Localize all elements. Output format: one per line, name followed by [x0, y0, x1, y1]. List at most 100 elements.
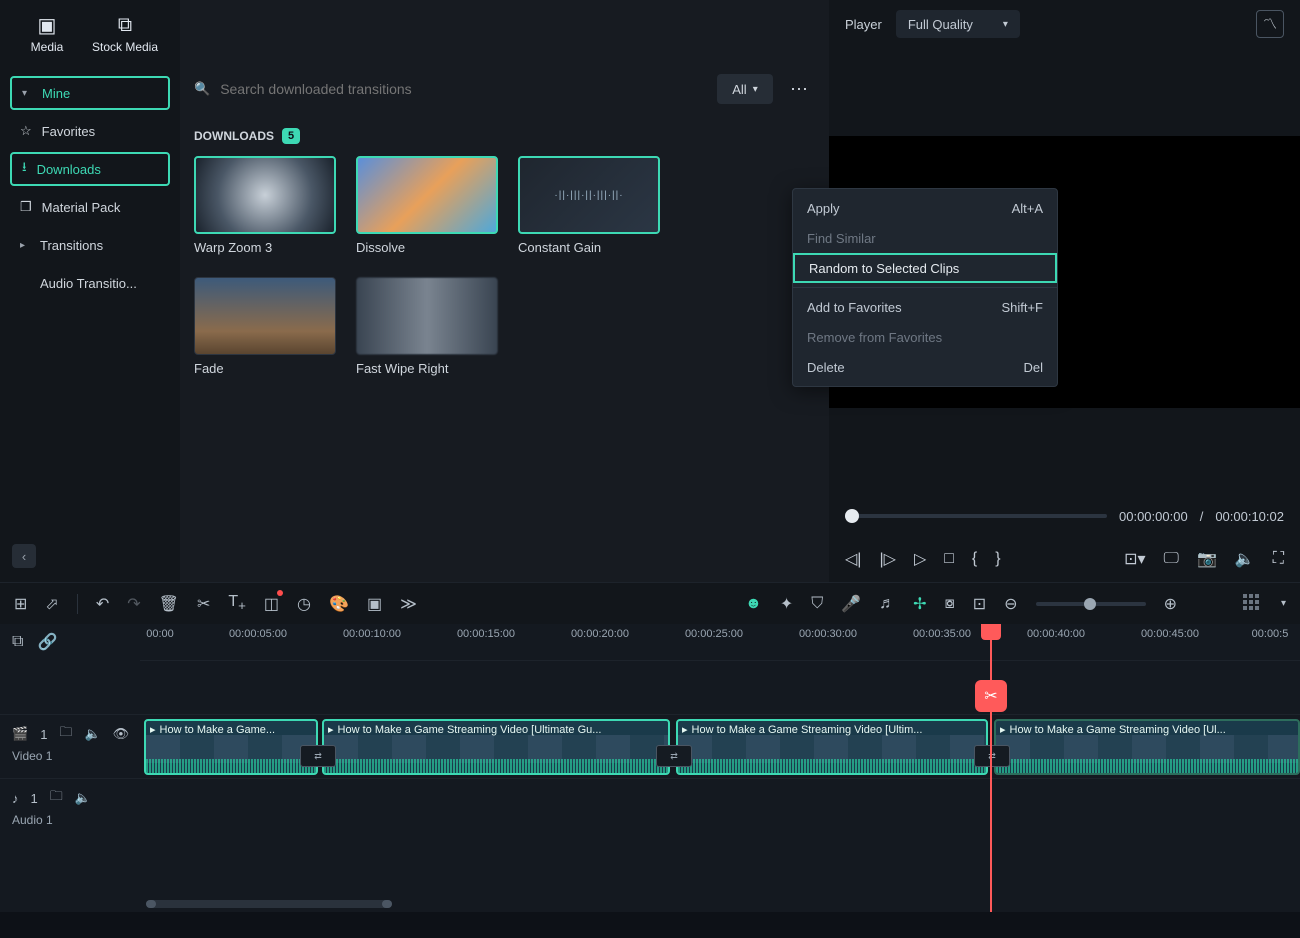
layout-icon[interactable]: ⊞	[14, 594, 27, 614]
redo-button[interactable]: ↷	[127, 594, 140, 614]
record-button[interactable]: ⧇	[945, 595, 955, 613]
link-button[interactable]: 🔗	[37, 632, 57, 652]
ctx-random-label: Random to Selected Clips	[809, 261, 959, 276]
delete-button[interactable]: 🗑	[159, 594, 179, 614]
mark-in-button[interactable]: {	[972, 550, 977, 568]
playhead[interactable]: ✂	[990, 624, 992, 912]
clip[interactable]: ▸How to Make a Game Streaming Video [Ul.…	[994, 719, 1300, 775]
sidebar-item-downloads[interactable]: ⭳Downloads	[10, 152, 170, 186]
crop-button[interactable]: ⊡▾	[1124, 549, 1145, 569]
thumb-warp-zoom[interactable]: Warp Zoom 3	[194, 156, 336, 255]
cursor-icon[interactable]: ⬀	[45, 594, 58, 614]
folder-icon[interactable]: 🗀	[50, 787, 63, 809]
enhance-button[interactable]: ✦	[780, 594, 793, 614]
mute-icon[interactable]: 🔈	[84, 726, 100, 742]
track-view-chevron[interactable]: ▾	[1281, 598, 1286, 609]
audio-track-1[interactable]	[140, 778, 1300, 842]
scope-button[interactable]: 〽	[1256, 10, 1284, 38]
thumb-label: Constant Gain	[518, 240, 660, 255]
ctx-add-favorites[interactable]: Add to FavoritesShift+F	[793, 292, 1057, 322]
chevron-down-icon: ▾	[1003, 19, 1008, 30]
more-tools-button[interactable]: ≫	[400, 594, 417, 614]
ctx-remove-favorites[interactable]: Remove from Favorites	[793, 322, 1057, 352]
ruler-tick: 00:00	[146, 628, 174, 640]
thumb-image	[356, 277, 498, 355]
play-pause-button[interactable]: |▷	[879, 549, 895, 569]
undo-button[interactable]: ↶	[96, 594, 109, 614]
scrub-thumb[interactable]	[845, 509, 859, 523]
playhead-cut-button[interactable]: ✂	[975, 680, 1007, 712]
ruler-tick: 00:00:40:00	[1027, 628, 1085, 640]
ctx-find-similar[interactable]: Find Similar	[793, 223, 1057, 253]
thumb-constant-gain[interactable]: ·||·|||·||·|||·||·Constant Gain	[518, 156, 660, 255]
sidebar-item-mine[interactable]: ▾Mine	[10, 76, 170, 110]
video-track-1[interactable]: ▸How to Make a Game... ⇄ ▸How to Make a …	[140, 714, 1300, 778]
ai-button[interactable]: ☻	[745, 595, 762, 613]
marker-button[interactable]: ✢	[913, 594, 926, 614]
track-header-video1[interactable]: 🎬1 🗀 🔈 👁 Video 1	[0, 714, 140, 778]
audio-mix-button[interactable]: ♬	[879, 595, 895, 613]
clip[interactable]: ▸How to Make a Game Streaming Video [Ult…	[322, 719, 670, 775]
thumb-fast-wipe-right[interactable]: Fast Wipe Right	[356, 277, 498, 376]
transition-node[interactable]: ⇄	[300, 745, 336, 767]
timeline-tracks[interactable]: 00:00 00:00:05:00 00:00:10:00 00:00:15:0…	[140, 624, 1300, 912]
display-button[interactable]: 🖵	[1164, 550, 1179, 568]
mute-icon[interactable]: 🔈	[75, 790, 91, 806]
color-button[interactable]: 🎨	[329, 594, 349, 614]
fullscreen-button[interactable]: ⛶	[1273, 550, 1284, 568]
sidebar-item-transitions[interactable]: ▸Transitions	[10, 228, 170, 262]
clip[interactable]: ▸How to Make a Game Streaming Video [Ult…	[676, 719, 988, 775]
zoom-slider[interactable]	[1036, 602, 1146, 606]
transition-node[interactable]: ⇄	[656, 745, 692, 767]
scrub-slider[interactable]	[845, 514, 1107, 518]
ruler-tick: 00:00:20:00	[571, 628, 629, 640]
tab-stock-media[interactable]: ⧉Stock Media	[82, 6, 168, 60]
keyframe-button[interactable]: ⊡	[973, 594, 986, 614]
split-button[interactable]: ✂	[197, 594, 210, 614]
sidebar-collapse-button[interactable]: ‹	[12, 544, 36, 568]
thumb-dissolve[interactable]: Dissolve	[356, 156, 498, 255]
playhead-handle[interactable]	[981, 624, 1001, 640]
filter-dropdown[interactable]: All▾	[717, 74, 773, 104]
mic-button[interactable]: 🎤	[841, 594, 861, 614]
track-header-audio1[interactable]: ♪1 🗀 🔈 Audio 1	[0, 778, 140, 842]
sidebar-item-material-pack[interactable]: ❒Material Pack	[10, 190, 170, 224]
quality-dropdown[interactable]: Full Quality▾	[896, 10, 1020, 38]
speed-button[interactable]: ◷	[297, 594, 311, 614]
search-input[interactable]	[220, 81, 705, 97]
track-view-button[interactable]	[1243, 594, 1263, 614]
ctx-random-to-selected[interactable]: Random to Selected Clips	[793, 253, 1057, 283]
stop-button[interactable]: □	[944, 550, 954, 568]
mark-out-button[interactable]: }	[995, 550, 1000, 568]
sidebar-item-favorites[interactable]: ☆Favorites	[10, 114, 170, 148]
eye-icon[interactable]: 👁	[113, 726, 130, 742]
snapshot-button[interactable]: 📷	[1197, 549, 1217, 569]
prev-frame-button[interactable]: ◁|	[845, 549, 861, 569]
play-icon: ▸	[682, 723, 688, 736]
volume-button[interactable]: 🔈	[1235, 549, 1255, 569]
clip[interactable]: ▸How to Make a Game...	[144, 719, 318, 775]
ctx-delete[interactable]: DeleteDel	[793, 352, 1057, 382]
thumb-label: Fast Wipe Right	[356, 361, 498, 376]
play-button[interactable]: ▷	[914, 549, 926, 569]
text-button[interactable]: T+	[228, 593, 246, 613]
more-button[interactable]: ⋯	[785, 74, 815, 104]
ctx-apply[interactable]: Apply Alt+A	[793, 193, 1057, 223]
shield-button[interactable]: ⛉	[811, 595, 823, 613]
horizontal-scrollbar[interactable]	[146, 900, 392, 908]
ctx-apply-shortcut: Alt+A	[1012, 201, 1043, 216]
sidebar-item-audio-transitions[interactable]: Audio Transitio...	[10, 266, 170, 300]
time-ruler[interactable]: 00:00 00:00:05:00 00:00:10:00 00:00:15:0…	[140, 624, 1300, 660]
folder-icon[interactable]: 🗀	[59, 723, 72, 745]
transition-node[interactable]: ⇄	[974, 745, 1010, 767]
thumb-fade[interactable]: Fade	[194, 277, 336, 376]
add-track-button[interactable]: ⧉	[12, 633, 23, 651]
track-label: Audio 1	[12, 813, 128, 827]
zoom-in-button[interactable]: ⊕	[1164, 594, 1177, 614]
search-box: 🔍	[194, 81, 705, 97]
zoom-out-button[interactable]: ⊖	[1004, 594, 1017, 614]
crop-button[interactable]: ▣	[367, 594, 382, 614]
crop-tool-button[interactable]: ◫	[264, 594, 279, 614]
ctx-apply-label: Apply	[807, 201, 840, 216]
tab-media[interactable]: ▣Media	[12, 6, 82, 60]
